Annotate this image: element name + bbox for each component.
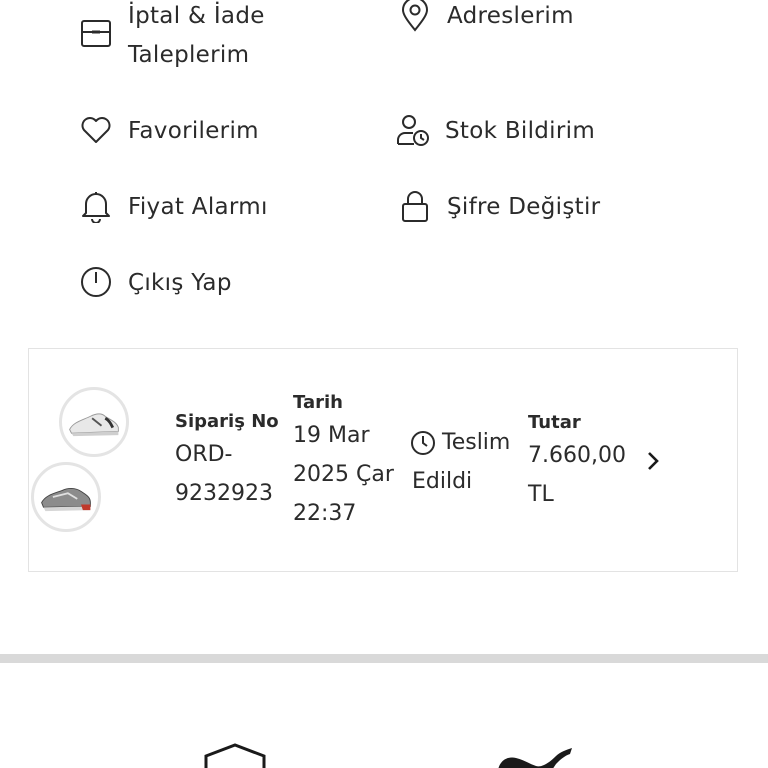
menu-item-cancel-return[interactable]: İptal & İade Taleplerim [78,0,265,75]
chevron-right-icon[interactable] [643,447,663,475]
user-clock-icon [395,112,431,148]
order-total-column: Tutar 7.660,00 TL [528,410,626,514]
menu-item-favorites[interactable]: Favorilerim [78,112,259,151]
menu-item-label: Favorilerim [128,118,259,144]
menu-item-logout[interactable]: Çıkış Yap [78,264,232,303]
menu-item-label: Şifre Değiştir [447,194,601,220]
menu-item-label: Çıkış Yap [128,270,232,296]
menu-item-label: Stok Bildirim [445,118,596,144]
menu-item-label: Fiyat Alarmı [128,194,268,220]
location-pin-icon [397,0,433,33]
heart-icon [78,112,114,148]
order-status-column: Teslim Edildi [410,423,510,501]
menu-item-addresses[interactable]: Adreslerim [397,0,574,36]
puma-logo-icon [498,748,572,768]
section-divider [0,654,768,663]
menu-item-change-password[interactable]: Şifre Değiştir [397,188,600,227]
menu-item-stock-notify[interactable]: Stok Bildirim [395,112,595,151]
order-card[interactable]: Sipariş No ORD- 9232923 Tarih 19 Mar 202… [28,348,738,572]
sneaker-white-icon [69,413,119,437]
order-date-label: Tarih [293,392,343,413]
order-status-value: Teslim Edildi [412,430,511,494]
bell-icon [78,188,114,224]
sneaker-grey-icon [41,487,91,512]
order-number-column: Sipariş No ORD- 9232923 [175,409,279,513]
order-number-label: Sipariş No [175,411,279,432]
product-thumbnail [59,387,129,457]
menu-item-label: Adreslerim [447,3,574,29]
order-number-value: ORD- 9232923 [175,442,273,506]
menu-item-price-alarm[interactable]: Fiyat Alarmı [78,188,268,227]
order-total-value: 7.660,00 TL [528,443,626,507]
order-date-column: Tarih 19 Mar 2025 Çar 22:37 [293,390,394,533]
box-icon [78,15,114,51]
order-total-label: Tutar [528,412,581,433]
product-thumbnail [31,462,101,532]
lock-icon [397,188,433,224]
hexagon-logo-icon [204,743,266,768]
account-page: İptal & İade Taleplerim Adreslerim Favor… [0,0,768,768]
power-icon [78,264,114,300]
order-date-value: 19 Mar 2025 Çar 22:37 [293,423,394,526]
menu-item-label: İptal & İade Taleplerim [128,3,265,68]
